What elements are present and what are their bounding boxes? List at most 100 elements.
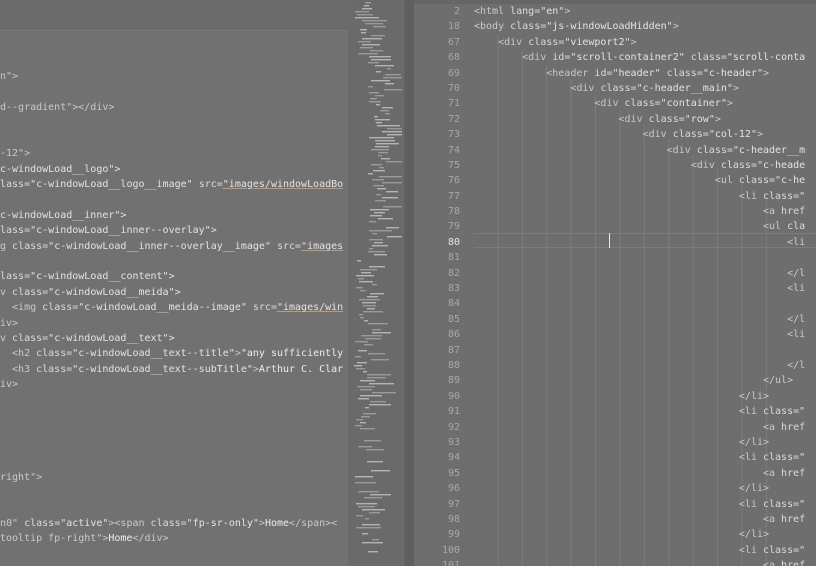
code-token: <div: [474, 129, 673, 141]
left-editor-pane[interactable]: n"> d--gradient"></div> -12"> c-windowLoad_…: [0, 0, 348, 566]
minimap-line: [355, 341, 368, 343]
code-line[interactable]: [0, 408, 348, 423]
code-line[interactable]: <a href: [474, 204, 816, 219]
code-line[interactable]: <li class=": [474, 450, 816, 465]
code-token: href: [781, 513, 806, 525]
code-line[interactable]: [0, 193, 348, 208]
code-line[interactable]: </ul>: [474, 373, 816, 388]
code-line[interactable]: <div id="scroll-container2" class="scrol…: [474, 50, 816, 65]
code-line[interactable]: v class="c-windowLoad__text">: [0, 331, 348, 346]
code-line[interactable]: [0, 454, 348, 469]
code-line[interactable]: [474, 250, 816, 265]
code-line[interactable]: <header id="header" class="c-header">: [474, 66, 816, 81]
minimap[interactable]: [348, 0, 404, 566]
code-line[interactable]: c-windowLoad__inner">: [0, 208, 348, 223]
code-line[interactable]: <div class="c-header__main">: [474, 81, 816, 96]
code-line[interactable]: <li class=": [474, 543, 816, 558]
code-line[interactable]: <a href: [474, 420, 816, 435]
code-line[interactable]: tooltip fp-right">Home</div>: [0, 531, 348, 546]
code-line[interactable]: <a href: [474, 512, 816, 527]
code-line[interactable]: <div class="viewport2">: [474, 35, 816, 50]
code-line[interactable]: <li: [474, 327, 816, 342]
code-line[interactable]: </l: [474, 358, 816, 373]
minimap-line: [369, 56, 391, 58]
code-line[interactable]: [474, 296, 816, 311]
code-line[interactable]: [0, 500, 348, 515]
code-line[interactable]: <li class=": [474, 189, 816, 204]
code-token: >: [672, 21, 679, 33]
code-token: <li: [474, 236, 806, 248]
code-line[interactable]: </l: [474, 312, 816, 327]
right-code-area[interactable]: <html lang="en"> <body class="js-windowLo…: [474, 4, 816, 566]
code-line[interactable]: [0, 423, 348, 438]
minimap-line: [372, 539, 379, 541]
code-line[interactable]: <a href: [474, 466, 816, 481]
left-code-area[interactable]: n"> d--gradient"></div> -12"> c-windowLoad_…: [0, 54, 348, 547]
code-line[interactable]: <div class="col-12">: [474, 127, 816, 142]
code-line[interactable]: <html lang="en">: [474, 4, 816, 19]
code-line[interactable]: <li class=": [474, 404, 816, 419]
code-line[interactable]: <a href: [474, 558, 816, 566]
code-line[interactable]: iv>: [0, 316, 348, 331]
code-line[interactable]: <li: [474, 281, 816, 296]
code-line[interactable]: [0, 393, 348, 408]
minimap-line: [355, 425, 362, 427]
code-line[interactable]: d--gradient"></div>: [0, 100, 348, 115]
code-line[interactable]: <li class=": [474, 497, 816, 512]
code-token: "images/windowLoadBo: [222, 179, 344, 191]
code-line[interactable]: lass="c-windowLoad__content">: [0, 269, 348, 284]
minimap-line: [375, 140, 395, 142]
code-line[interactable]: [0, 131, 348, 146]
code-line[interactable]: <h3 class="c-windowLoad__text--subTitle"…: [0, 362, 348, 377]
right-editor-pane[interactable]: 2 18 67 68 69 70 71 72 73 74 75 76 77 78 79 80 81 82 83 84 8…: [414, 0, 816, 566]
code-line[interactable]: v class="c-windowLoad__meida">: [0, 285, 348, 300]
minimap-line: [382, 107, 393, 109]
code-line[interactable]: lass="c-windowLoad__inner--overlay">: [0, 223, 348, 238]
code-line[interactable]: [0, 85, 348, 100]
code-line[interactable]: <li: [474, 235, 816, 250]
code-token: <li: [474, 498, 763, 510]
code-line[interactable]: </li>: [474, 527, 816, 542]
code-token: "c-windowLoad__meida--image": [78, 302, 247, 314]
code-line[interactable]: n">: [0, 69, 348, 84]
code-line[interactable]: lass="c-windowLoad__logo__image" src="im…: [0, 177, 348, 192]
code-line[interactable]: [0, 54, 348, 69]
code-line[interactable]: </li>: [474, 389, 816, 404]
code-line[interactable]: <div class="row">: [474, 112, 816, 127]
code-token: <ul: [474, 175, 739, 187]
code-line[interactable]: n0" class="active"><span class="fp-sr-on…: [0, 516, 348, 531]
code-line[interactable]: </li>: [474, 481, 816, 496]
minimap-line: [364, 440, 381, 442]
code-line[interactable]: <ul class="c-he: [474, 173, 816, 188]
code-line[interactable]: [0, 439, 348, 454]
code-line[interactable]: right">: [0, 470, 348, 485]
code-token: class=: [738, 175, 776, 187]
minimap-line: [369, 101, 381, 103]
code-line[interactable]: c-windowLoad__logo">: [0, 162, 348, 177]
minimap-line: [365, 518, 369, 520]
code-line[interactable]: </li>: [474, 435, 816, 450]
code-token: <header: [474, 67, 595, 79]
code-token: lass=: [0, 179, 31, 191]
minimap-line: [372, 245, 388, 247]
code-line[interactable]: [474, 343, 816, 358]
code-line[interactable]: <ul cla: [474, 219, 816, 234]
code-line[interactable]: </l: [474, 266, 816, 281]
code-token: "c-he: [775, 175, 806, 187]
code-line[interactable]: <body class="js-windowLoadHidden">: [474, 19, 816, 34]
minimap-line: [376, 143, 399, 145]
code-line[interactable]: [0, 485, 348, 500]
minimap-line: [378, 218, 393, 220]
line-number: 101: [441, 560, 460, 566]
code-line[interactable]: <div class="container">: [474, 96, 816, 111]
code-line[interactable]: <div class="c-header__m: [474, 143, 816, 158]
code-line[interactable]: iv>: [0, 377, 348, 392]
code-line[interactable]: <h2 class="c-windowLoad__text--title">"a…: [0, 346, 348, 361]
minimap-line: [375, 95, 384, 97]
code-line[interactable]: g class="c-windowLoad__inner--overlay__i…: [0, 239, 348, 254]
code-line[interactable]: <div class="c-heade: [474, 158, 816, 173]
code-line[interactable]: [0, 254, 348, 269]
code-line[interactable]: [0, 116, 348, 131]
code-line[interactable]: -12">: [0, 146, 348, 161]
code-line[interactable]: <img class="c-windowLoad__meida--image" …: [0, 300, 348, 315]
